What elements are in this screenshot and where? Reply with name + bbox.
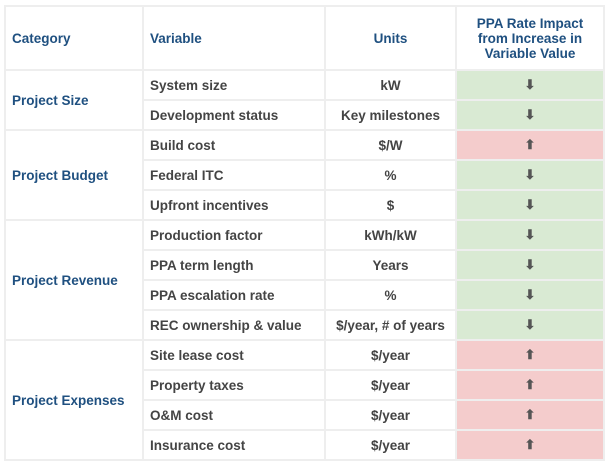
units-cell: Years: [324, 249, 457, 281]
impact-cell: ⬆: [455, 429, 605, 461]
variable-cell: Build cost: [142, 129, 326, 161]
units-cell: $/year, # of years: [324, 309, 457, 341]
header-units: Units: [324, 5, 457, 71]
impact-cell: ⬇: [455, 99, 605, 131]
variable-cell: Production factor: [142, 219, 326, 251]
variable-cell: Upfront incentives: [142, 189, 326, 221]
variable-cell: Site lease cost: [142, 339, 326, 371]
header-category: Category: [4, 5, 144, 71]
units-cell: %: [324, 159, 457, 191]
header-row: Category Variable Units PPA Rate Impact …: [4, 5, 605, 71]
units-cell: $/W: [324, 129, 457, 161]
impact-cell: ⬆: [455, 339, 605, 371]
impact-cell: ⬇: [455, 189, 605, 221]
arrow-down-icon: ⬇: [524, 167, 536, 182]
category-cell: Project Budget: [4, 129, 144, 221]
impact-cell: ⬇: [455, 249, 605, 281]
variable-cell: REC ownership & value: [142, 309, 326, 341]
arrow-down-icon: ⬇: [524, 227, 536, 242]
arrow-down-icon: ⬇: [524, 77, 536, 92]
arrow-down-icon: ⬇: [524, 107, 536, 122]
ppa-impact-table: Category Variable Units PPA Rate Impact …: [4, 5, 605, 461]
impact-cell: ⬆: [455, 129, 605, 161]
header-impact: PPA Rate Impact from Increase in Variabl…: [455, 5, 605, 71]
table-row: Project Budget Build cost $/W ⬆: [4, 129, 605, 221]
units-cell: kW: [324, 69, 457, 101]
variable-cell: O&M cost: [142, 399, 326, 431]
variable-cell: Insurance cost: [142, 429, 326, 461]
header-variable: Variable: [142, 5, 326, 71]
units-cell: $/year: [324, 429, 457, 461]
units-cell: $/year: [324, 399, 457, 431]
category-cell: Project Revenue: [4, 219, 144, 341]
category-cell: Project Expenses: [4, 339, 144, 461]
units-cell: kWh/kW: [324, 219, 457, 251]
arrow-up-icon: ⬆: [524, 407, 536, 422]
impact-cell: ⬇: [455, 69, 605, 101]
variable-cell: Property taxes: [142, 369, 326, 401]
arrow-up-icon: ⬆: [524, 137, 536, 152]
table-row: Project Size System size kW ⬇: [4, 69, 605, 131]
impact-cell: ⬇: [455, 309, 605, 341]
units-cell: $: [324, 189, 457, 221]
arrow-down-icon: ⬇: [524, 287, 536, 302]
arrow-up-icon: ⬆: [524, 377, 536, 392]
category-cell: Project Size: [4, 69, 144, 131]
units-cell: Key milestones: [324, 99, 457, 131]
units-cell: $/year: [324, 339, 457, 371]
impact-cell: ⬇: [455, 159, 605, 191]
variable-cell: PPA escalation rate: [142, 279, 326, 311]
arrow-up-icon: ⬆: [524, 347, 536, 362]
impact-cell: ⬇: [455, 279, 605, 311]
arrow-down-icon: ⬇: [524, 197, 536, 212]
arrow-up-icon: ⬆: [524, 437, 536, 452]
units-cell: $/year: [324, 369, 457, 401]
variable-cell: System size: [142, 69, 326, 101]
impact-cell: ⬇: [455, 219, 605, 251]
variable-cell: Development status: [142, 99, 326, 131]
impact-cell: ⬆: [455, 369, 605, 401]
table-row: Project Revenue Production factor kWh/kW ⬇: [4, 219, 605, 341]
variable-cell: PPA term length: [142, 249, 326, 281]
arrow-down-icon: ⬇: [524, 257, 536, 272]
variable-cell: Federal ITC: [142, 159, 326, 191]
arrow-down-icon: ⬇: [524, 317, 536, 332]
impact-cell: ⬆: [455, 399, 605, 431]
units-cell: %: [324, 279, 457, 311]
table-row: Project Expenses Site lease cost $/year ⬆: [4, 339, 605, 461]
